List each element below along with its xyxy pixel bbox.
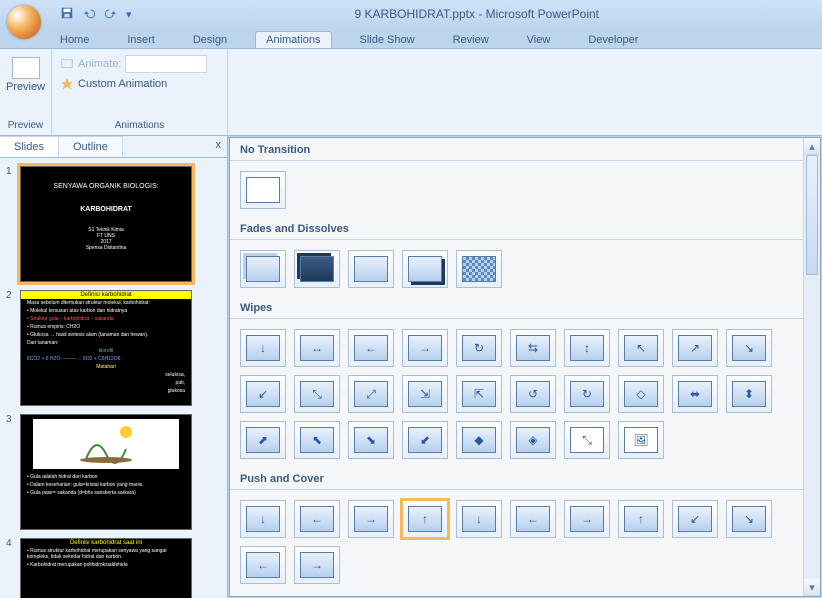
animate-combo[interactable] — [125, 55, 207, 73]
slide-thumb-4[interactable]: Definisi karbohidrat saat ini • Rumus st… — [20, 538, 192, 598]
section-fades: Fades and Dissolves — [230, 217, 803, 237]
transition-wipe-4[interactable]: ↻ — [456, 329, 502, 367]
section-wipes: Wipes — [230, 296, 803, 316]
scroll-down-icon[interactable]: ▾ — [804, 579, 820, 596]
pane-tab-outline[interactable]: Outline — [59, 136, 123, 157]
section-no-transition: No Transition — [230, 138, 803, 158]
transition-push-3[interactable]: ↑ — [402, 500, 448, 538]
window-title: 9 KARBOHIDRAT.pptx - Microsoft PowerPoin… — [132, 7, 822, 21]
transition-wipe-13[interactable]: ⇲ — [402, 375, 448, 413]
group-animations: Animations — [58, 118, 221, 131]
thumb-number: 4 — [6, 538, 16, 598]
transition-wipe-17[interactable]: ◇ — [618, 375, 664, 413]
tab-review[interactable]: Review — [443, 32, 499, 48]
transition-wipe-23[interactable]: ⬋ — [402, 421, 448, 459]
animate-icon — [60, 57, 74, 71]
transition-wipe-14[interactable]: ⇱ — [456, 375, 502, 413]
scroll-up-icon[interactable]: ▴ — [804, 138, 820, 155]
transition-gallery: No Transition Fades and Dissolves Wipes … — [229, 137, 821, 597]
transition-push-10[interactable]: ← — [240, 546, 286, 584]
transition-fade-1[interactable] — [240, 250, 286, 288]
custom-animation-icon — [60, 77, 74, 91]
transition-wipe-extra-1[interactable]: 🖼 — [618, 421, 664, 459]
preview-button[interactable]: Preview — [6, 53, 45, 97]
group-preview: Preview — [6, 118, 45, 131]
transition-wipe-15[interactable]: ↺ — [510, 375, 556, 413]
thumb-number: 1 — [6, 166, 16, 282]
transition-wipe-0[interactable]: ↓ — [240, 329, 286, 367]
transition-wipe-11[interactable]: ⤡ — [294, 375, 340, 413]
transition-push-8[interactable]: ↙ — [672, 500, 718, 538]
tab-design[interactable]: Design — [183, 32, 237, 48]
transition-wipe-24[interactable]: ◆ — [456, 421, 502, 459]
slide-image-placeholder — [33, 419, 179, 469]
custom-animation-label: Custom Animation — [78, 78, 167, 90]
tab-home[interactable]: Home — [50, 32, 99, 48]
transition-wipe-5[interactable]: ⇆ — [510, 329, 556, 367]
ribbon-tabs: Home Insert Design Animations Slide Show… — [0, 28, 822, 48]
transition-wipe-extra-0[interactable]: ⤡ — [564, 421, 610, 459]
transition-wipe-12[interactable]: ⤢ — [348, 375, 394, 413]
transition-push-1[interactable]: ← — [294, 500, 340, 538]
transition-wipe-18[interactable]: ⬌ — [672, 375, 718, 413]
undo-icon[interactable] — [82, 6, 96, 23]
transition-wipe-3[interactable]: → — [402, 329, 448, 367]
slide-thumb-3[interactable]: • Gula adalah hidrat dari karbon • Dalam… — [20, 414, 192, 530]
transition-push-9[interactable]: ↘ — [726, 500, 772, 538]
tab-animations[interactable]: Animations — [255, 31, 331, 48]
transition-dissolve[interactable] — [456, 250, 502, 288]
transition-wipe-21[interactable]: ⬉ — [294, 421, 340, 459]
slide-thumbnails: 1 SENYAWA ORGANIK BIOLOGIS: KARBOHIDRAT … — [0, 158, 227, 598]
scroll-thumb[interactable] — [806, 155, 818, 275]
transition-wipe-8[interactable]: ↗ — [672, 329, 718, 367]
transition-wipe-7[interactable]: ↖ — [618, 329, 664, 367]
transition-push-4[interactable]: ↓ — [456, 500, 502, 538]
tab-slideshow[interactable]: Slide Show — [350, 32, 425, 48]
pane-close-button[interactable]: x — [210, 136, 228, 157]
transition-wipe-2[interactable]: ← — [348, 329, 394, 367]
transition-wipe-20[interactable]: ⬈ — [240, 421, 286, 459]
pane-tab-slides[interactable]: Slides — [0, 136, 59, 157]
thumb-number: 3 — [6, 414, 16, 530]
transition-wipe-22[interactable]: ⬊ — [348, 421, 394, 459]
transition-wipe-6[interactable]: ↕ — [564, 329, 610, 367]
transition-fade-3[interactable] — [348, 250, 394, 288]
thumb-number: 2 — [6, 290, 16, 406]
tab-developer[interactable]: Developer — [578, 32, 648, 48]
transition-fade-4[interactable] — [402, 250, 448, 288]
section-push: Push and Cover — [230, 467, 803, 487]
preview-label: Preview — [6, 81, 45, 93]
transition-push-6[interactable]: → — [564, 500, 610, 538]
transition-wipe-10[interactable]: ↙ — [240, 375, 286, 413]
animate-row: Animate: — [58, 53, 221, 75]
transition-wipe-1[interactable]: ↔ — [294, 329, 340, 367]
tab-view[interactable]: View — [517, 32, 561, 48]
transition-wipe-9[interactable]: ↘ — [726, 329, 772, 367]
transition-push-11[interactable]: → — [294, 546, 340, 584]
transition-wipe-25[interactable]: ◈ — [510, 421, 556, 459]
transition-wipe-19[interactable]: ⬍ — [726, 375, 772, 413]
transition-push-5[interactable]: ← — [510, 500, 556, 538]
slide-thumb-1[interactable]: SENYAWA ORGANIK BIOLOGIS: KARBOHIDRAT S1… — [20, 166, 192, 282]
slide-thumb-2[interactable]: Definisi karbohidrat Masa sebelum ditemu… — [20, 290, 192, 406]
redo-icon[interactable] — [104, 6, 118, 23]
transition-push-0[interactable]: ↓ — [240, 500, 286, 538]
transition-fade-2[interactable] — [294, 250, 340, 288]
transition-none[interactable] — [240, 171, 286, 209]
gallery-scrollbar[interactable]: ▴ ▾ — [803, 138, 820, 596]
office-button[interactable] — [0, 0, 40, 28]
animate-label: Animate: — [78, 58, 121, 70]
transition-wipe-16[interactable]: ↻ — [564, 375, 610, 413]
save-icon[interactable] — [60, 6, 74, 23]
custom-animation-button[interactable]: Custom Animation — [58, 75, 221, 93]
transition-push-2[interactable]: → — [348, 500, 394, 538]
tab-insert[interactable]: Insert — [117, 32, 165, 48]
transition-push-7[interactable]: ↑ — [618, 500, 664, 538]
